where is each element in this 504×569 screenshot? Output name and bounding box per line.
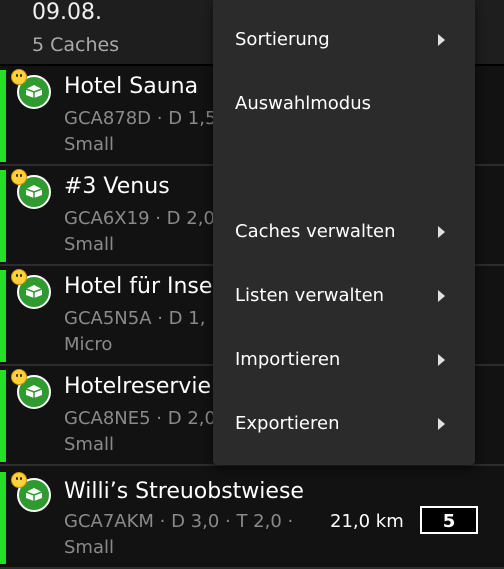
menu-item-caches-verwalten[interactable]: Caches verwalten xyxy=(235,221,396,242)
cache-size: Small xyxy=(64,434,114,455)
found-smiley-icon xyxy=(11,69,27,85)
found-indicator-bar xyxy=(0,170,6,262)
cache-name: Willi’s Streuobstwiese xyxy=(64,479,304,504)
cache-code-difficulty: GCA5N5A · D 1, xyxy=(64,308,206,329)
cache-size: Small xyxy=(64,134,114,155)
cache-name: Hotelreservier xyxy=(64,374,221,399)
found-indicator-bar xyxy=(0,70,6,162)
cache-row[interactable]: Willi’s Streuobstwiese GCA7AKM · D 3,0 ·… xyxy=(0,466,504,569)
cache-code-difficulty: GCA8NE5 · D 2,0 xyxy=(64,408,216,429)
found-indicator-bar xyxy=(0,370,6,462)
cache-size: Micro xyxy=(64,334,113,355)
cache-size: Small xyxy=(64,537,114,558)
cache-name: Hotel Sauna xyxy=(64,74,199,99)
cache-code-difficulty: GCA7AKM · D 3,0 · T 2,0 · xyxy=(64,511,294,532)
cache-code-difficulty: GCA878D · D 1,5 xyxy=(64,108,217,129)
found-smiley-icon xyxy=(11,472,27,488)
submenu-arrow-icon xyxy=(438,354,445,366)
cache-distance: 21,0 km xyxy=(330,511,404,532)
found-indicator-bar xyxy=(0,270,6,362)
cache-name: Hotel für Insek xyxy=(64,274,226,299)
cache-count-box: 5 xyxy=(420,506,478,534)
menu-item-listen-verwalten[interactable]: Listen verwalten xyxy=(235,285,384,306)
cache-name: #3 Venus xyxy=(64,174,170,199)
menu-item-auswahlmodus[interactable]: Auswahlmodus xyxy=(235,93,371,114)
menu-item-exportieren[interactable]: Exportieren xyxy=(235,413,339,434)
menu-item-importieren[interactable]: Importieren xyxy=(235,349,340,370)
submenu-arrow-icon xyxy=(438,418,445,430)
header-date: 09.08. xyxy=(32,0,102,25)
found-smiley-icon xyxy=(11,369,27,385)
cache-size: Small xyxy=(64,234,114,255)
found-smiley-icon xyxy=(11,269,27,285)
submenu-arrow-icon xyxy=(438,290,445,302)
submenu-arrow-icon xyxy=(438,34,445,46)
found-smiley-icon xyxy=(11,169,27,185)
overflow-menu: Sortierung Auswahlmodus Caches verwalten… xyxy=(213,0,475,465)
header-cache-count: 5 Caches xyxy=(32,34,120,56)
menu-item-sortierung[interactable]: Sortierung xyxy=(235,29,330,50)
submenu-arrow-icon xyxy=(438,226,445,238)
found-indicator-bar xyxy=(0,472,6,564)
cache-code-difficulty: GCA6X19 · D 2,0 xyxy=(64,208,215,229)
